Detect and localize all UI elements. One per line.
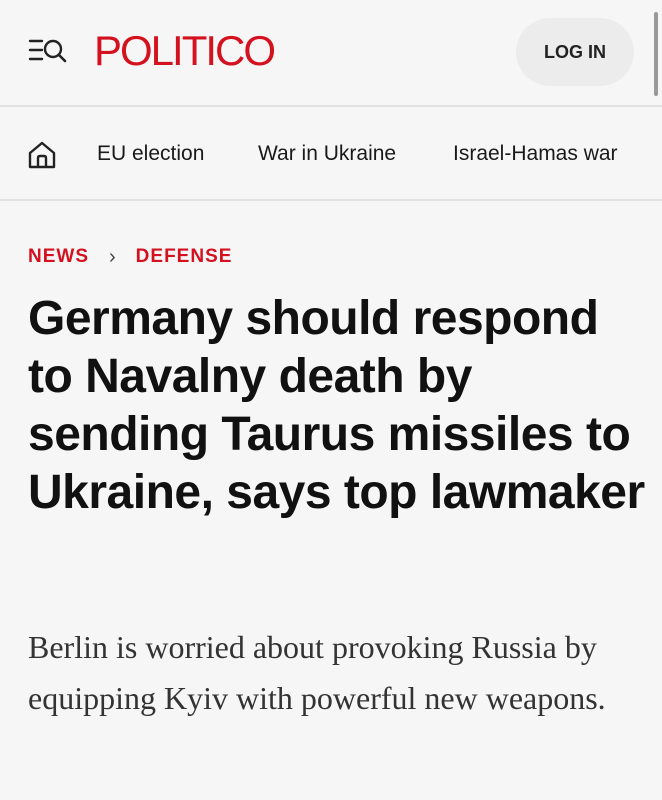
header-divider [0, 105, 662, 107]
login-button[interactable]: LOG IN [516, 18, 634, 86]
nav-link-israel-hamas-war[interactable]: Israel-Hamas war [453, 141, 618, 167]
menu-search-icon[interactable] [28, 36, 68, 64]
home-icon[interactable] [26, 139, 58, 171]
politico-logo[interactable]: POLITICO [94, 26, 276, 76]
topic-nav: EU election War in Ukraine Israel-Hamas … [0, 108, 662, 200]
site-header: POLITICO LOG IN [0, 0, 662, 104]
breadcrumb-defense[interactable]: DEFENSE [136, 246, 233, 268]
breadcrumb-news[interactable]: NEWS [28, 246, 89, 268]
nav-link-eu-election[interactable]: EU election [97, 141, 204, 167]
scrollbar[interactable] [654, 12, 658, 96]
article-headline: Germany should respond to Navalny death … [28, 292, 645, 519]
article-dek: Berlin is worried about provoking Russia… [28, 629, 606, 716]
chevron-right-icon: › [109, 245, 116, 268]
breadcrumb: NEWS › DEFENSE [28, 244, 232, 270]
nav-link-war-in-ukraine[interactable]: War in Ukraine [258, 141, 396, 167]
nav-divider [0, 199, 662, 201]
